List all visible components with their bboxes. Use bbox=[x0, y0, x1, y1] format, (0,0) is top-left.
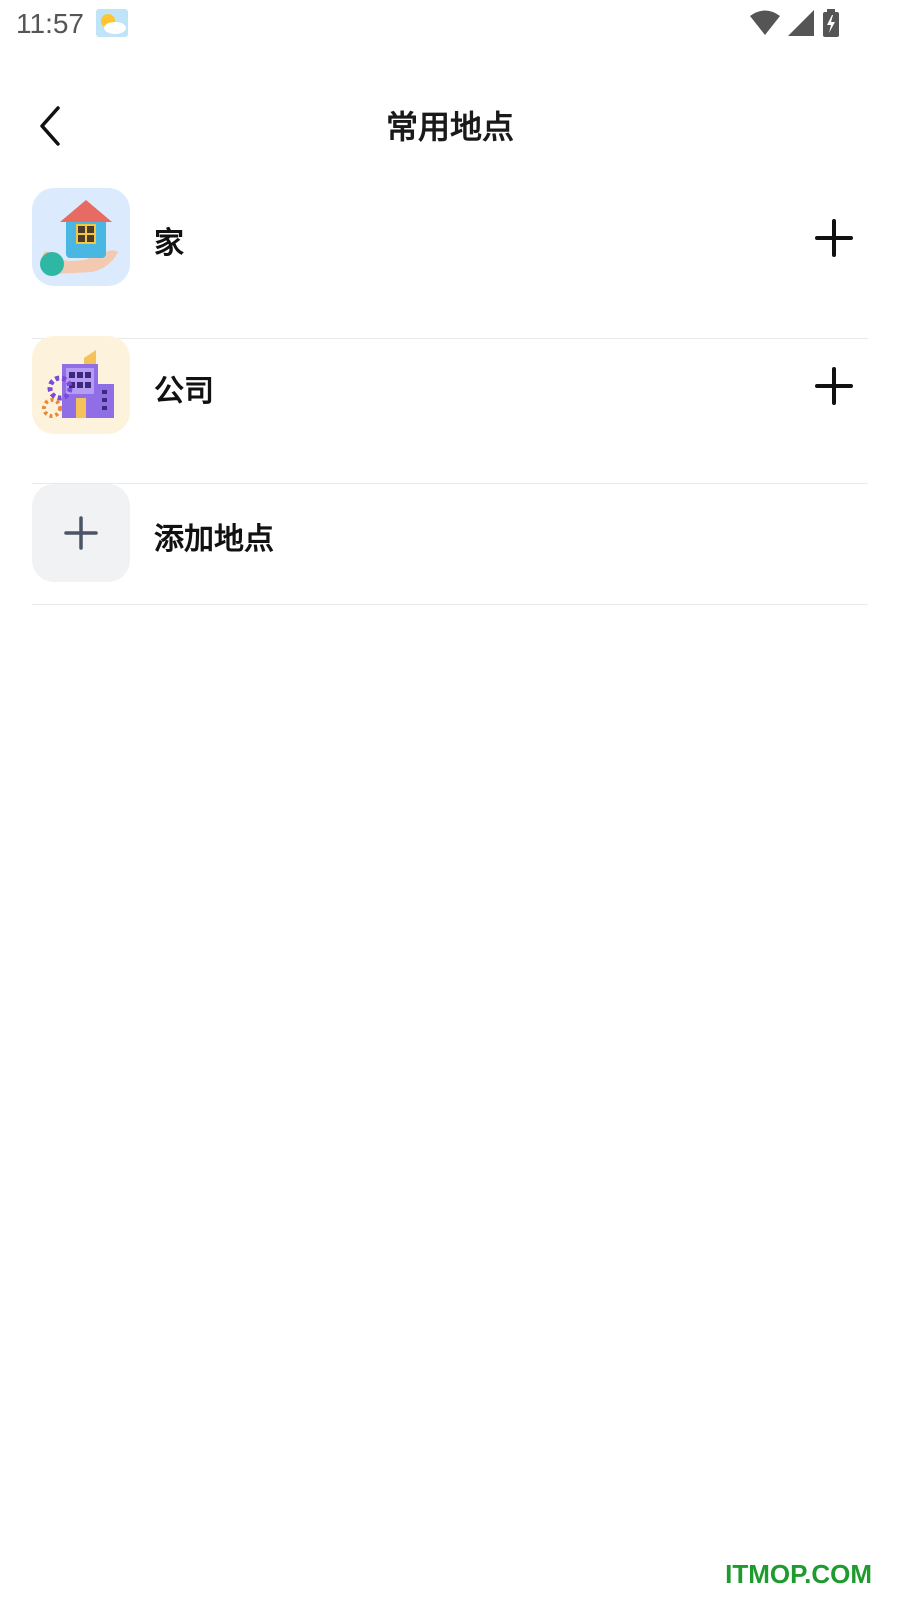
page-title: 常用地点 bbox=[385, 108, 514, 146]
place-item-home[interactable]: 家 bbox=[32, 188, 868, 339]
plus-icon bbox=[32, 484, 130, 582]
plus-icon[interactable] bbox=[814, 218, 854, 258]
add-place-label: 添加地点 bbox=[154, 522, 274, 557]
status-time: 11:57 bbox=[16, 8, 84, 39]
wifi-icon bbox=[750, 10, 780, 35]
office-building-icon bbox=[32, 336, 130, 434]
plus-icon[interactable] bbox=[814, 366, 854, 406]
battery-charging-icon bbox=[823, 9, 839, 37]
system-icons bbox=[750, 8, 840, 38]
place-item-company-content[interactable]: 公司 bbox=[32, 336, 868, 484]
status-bar: 11:57 bbox=[0, 0, 900, 48]
add-place-item[interactable]: 添加地点 bbox=[32, 484, 868, 605]
page-header: 常用地点 bbox=[0, 80, 900, 172]
cell-signal-icon bbox=[788, 10, 814, 36]
watermark: ITMOP.COM bbox=[725, 1559, 872, 1589]
house-in-hand-icon bbox=[32, 188, 130, 286]
partly-sunny-icon bbox=[96, 9, 128, 37]
place-label: 公司 bbox=[154, 374, 214, 409]
place-label: 家 bbox=[154, 226, 184, 261]
